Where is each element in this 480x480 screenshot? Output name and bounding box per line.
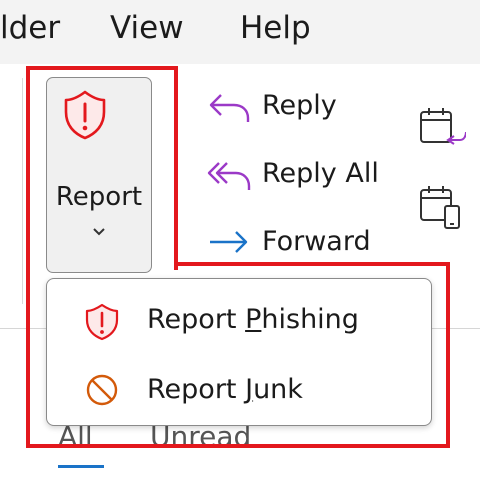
report-junk-item[interactable]: Report Junk	[47, 363, 431, 419]
menu-folder[interactable]: lder	[0, 10, 60, 46]
report-phishing-label: Report Phishing	[147, 304, 359, 335]
forward-arrow-icon	[210, 231, 248, 253]
menu-bar: lder View Help	[0, 0, 480, 64]
shield-warning-icon	[64, 90, 106, 140]
menu-help[interactable]: Help	[240, 10, 311, 46]
report-button[interactable]: Report	[46, 77, 152, 273]
calendar-device-button[interactable]	[418, 184, 466, 232]
tab-all-underline	[58, 465, 104, 468]
shield-warning-icon	[85, 303, 119, 341]
block-icon	[86, 374, 118, 406]
calendar-reply-icon	[420, 108, 467, 145]
ribbon-separator	[22, 78, 23, 304]
report-phishing-item[interactable]: Report Phishing	[47, 293, 431, 349]
report-dropdown-menu: Report Phishing Report Junk	[46, 278, 432, 426]
report-label: Report	[55, 182, 143, 212]
reply-label: Reply	[262, 90, 337, 121]
reply-all-label: Reply All	[262, 158, 379, 189]
forward-label: Forward	[262, 226, 371, 257]
reply-icon	[209, 94, 250, 122]
calendar-device-icon	[420, 186, 460, 229]
reply-all-icon	[207, 162, 251, 190]
calendar-reply-button[interactable]	[418, 106, 467, 152]
reply-all-button[interactable]: Reply All	[206, 156, 386, 200]
chevron-down-icon	[47, 222, 151, 241]
report-junk-label: Report Junk	[147, 374, 303, 405]
menu-view[interactable]: View	[110, 10, 184, 46]
reply-button[interactable]: Reply	[206, 88, 366, 132]
highlight-outline-step	[174, 262, 450, 266]
highlight-outline-gap	[30, 262, 174, 270]
